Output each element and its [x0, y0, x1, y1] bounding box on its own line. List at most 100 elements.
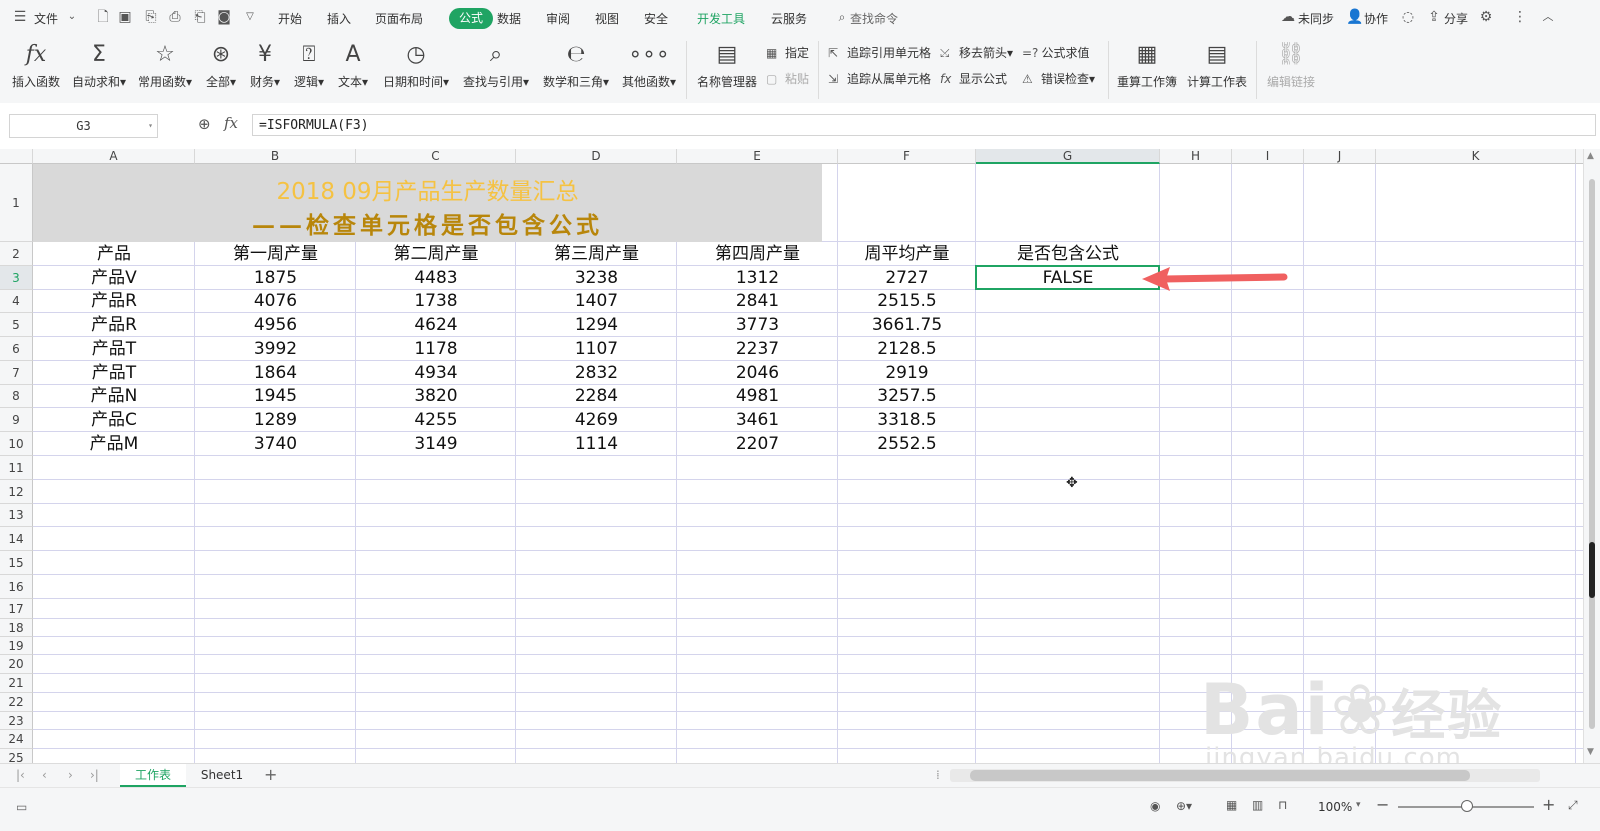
data-cell[interactable]: 3149	[356, 432, 516, 456]
data-cell[interactable]: 4269	[516, 408, 677, 432]
edit-links-button[interactable]: ⛓ 编辑链接	[1264, 41, 1318, 90]
data-cell[interactable]: 3238	[516, 266, 677, 290]
data-cell[interactable]: 3318.5	[838, 408, 976, 432]
share-icon[interactable]: ⇪	[1426, 9, 1442, 25]
data-cell[interactable]: 4934	[356, 361, 516, 385]
row-header-13[interactable]: 13	[0, 504, 33, 527]
column-header-a[interactable]: A	[33, 149, 195, 164]
data-cell[interactable]: 产品R	[33, 290, 195, 313]
text-functions-button[interactable]: A 文本▾	[334, 41, 372, 90]
column-header-g[interactable]: G	[976, 149, 1160, 164]
print-preview-icon[interactable]: ⎙	[167, 9, 183, 25]
data-cell[interactable]: 3661.75	[838, 313, 976, 337]
row-header-8[interactable]: 8	[0, 385, 33, 408]
scroll-down-icon[interactable]: ▼	[1587, 747, 1594, 757]
math-functions-button[interactable]: ℮ 数学和三角▾	[540, 41, 612, 90]
column-header-i[interactable]: I	[1232, 149, 1304, 164]
header-cell[interactable]: 周平均产量	[838, 242, 976, 266]
data-cell[interactable]: 4956	[195, 313, 356, 337]
zoom-slider-handle[interactable]	[1461, 800, 1473, 812]
data-cell[interactable]: 1294	[516, 313, 677, 337]
row-header-4[interactable]: 4	[0, 290, 33, 313]
row-header-24[interactable]: 24	[0, 730, 33, 749]
data-cell[interactable]: 4981	[677, 385, 838, 408]
sync-status[interactable]: 未同步	[1298, 10, 1334, 27]
chevron-down-icon[interactable]: ⌄	[64, 9, 80, 25]
zoom-level[interactable]: 100%	[1318, 800, 1352, 814]
data-cell[interactable]: 4624	[356, 313, 516, 337]
tab-formula[interactable]: 公式	[449, 8, 493, 29]
page-layout-view-icon[interactable]: ▥	[1252, 798, 1263, 812]
other-functions-button[interactable]: ∘∘∘ 其他函数▾	[620, 41, 678, 90]
cloud-sync-icon[interactable]: ☁	[1280, 9, 1296, 25]
header-cell[interactable]: 是否包含公式	[976, 242, 1160, 266]
horizontal-scrollbar[interactable]	[950, 769, 1540, 782]
data-cell[interactable]: 4076	[195, 290, 356, 313]
calculate-sheet-button[interactable]: ▤ 计算工作表	[1186, 41, 1248, 90]
horizontal-scroll-thumb[interactable]	[970, 770, 1470, 781]
sheet-tab-active[interactable]: 工作表	[120, 764, 186, 787]
data-cell[interactable]: 3740	[195, 432, 356, 456]
page-break-view-icon[interactable]: ⊓	[1278, 798, 1287, 812]
fx-icon[interactable]: fx	[224, 114, 238, 132]
autosum-button[interactable]: Σ 自动求和▾	[70, 41, 128, 90]
row-header-6[interactable]: 6	[0, 337, 33, 361]
row-header-5[interactable]: 5	[0, 313, 33, 337]
header-cell[interactable]: 第一周产量	[195, 242, 356, 266]
column-header-f[interactable]: F	[838, 149, 976, 164]
split-handle-icon[interactable]: ⁞	[936, 768, 940, 782]
screenshot-icon[interactable]: ◙	[216, 9, 232, 25]
title-merged-cell[interactable]: 2018 09月产品生产数量汇总 ——检查单元格是否包含公式	[33, 164, 822, 242]
tab-view[interactable]: 视图	[595, 10, 619, 27]
row-header-19[interactable]: 19	[0, 637, 33, 655]
header-cell[interactable]: 产品	[33, 242, 195, 266]
macro-record-icon[interactable]: ▭	[16, 800, 27, 814]
file-menu[interactable]: 文件	[34, 10, 58, 27]
input-mode-icon[interactable]: ⊕▾	[1176, 799, 1192, 813]
data-cell[interactable]: 2284	[516, 385, 677, 408]
sheet-tab[interactable]: Sheet1	[192, 764, 252, 787]
prev-sheet-icon[interactable]: ‹	[42, 768, 47, 782]
data-cell[interactable]: 2552.5	[838, 432, 976, 456]
tab-review[interactable]: 审阅	[546, 10, 570, 27]
tab-home[interactable]: 开始	[278, 10, 302, 27]
next-sheet-icon[interactable]: ›	[68, 768, 73, 782]
data-cell[interactable]: 3820	[356, 385, 516, 408]
hamburger-menu-icon[interactable]: ☰	[12, 9, 28, 25]
name-manager-button[interactable]: ▤ 名称管理器	[694, 41, 760, 90]
data-cell[interactable]: 产品M	[33, 432, 195, 456]
row-header-10[interactable]: 10	[0, 432, 33, 456]
row-header-21[interactable]: 21	[0, 674, 33, 693]
row-header-12[interactable]: 12	[0, 480, 33, 504]
search-icon[interactable]: ⌕	[834, 9, 850, 25]
data-cell[interactable]: 2128.5	[838, 337, 976, 361]
assign-button[interactable]: ▦ 指定	[766, 44, 809, 61]
data-cell[interactable]: 产品N	[33, 385, 195, 408]
tab-data[interactable]: 数据	[497, 10, 521, 27]
data-cell[interactable]: 2727	[838, 266, 976, 290]
row-header-15[interactable]: 15	[0, 551, 33, 575]
vertical-scrollbar[interactable]: ▲ ▼	[1583, 149, 1600, 763]
row-header-23[interactable]: 23	[0, 712, 33, 730]
data-cell[interactable]: 产品V	[33, 266, 195, 290]
fullscreen-icon[interactable]: ⤢	[1568, 798, 1578, 813]
print-icon[interactable]: ⎗	[192, 9, 208, 25]
user-icon[interactable]: 👤	[1346, 9, 1363, 25]
gear-icon[interactable]: ⚙	[1478, 9, 1494, 25]
data-cell[interactable]: 2919	[838, 361, 976, 385]
data-cell[interactable]: 2515.5	[838, 290, 976, 313]
collab-button[interactable]: 协作	[1364, 10, 1388, 27]
row-header-22[interactable]: 22	[0, 693, 33, 712]
row-header-20[interactable]: 20	[0, 655, 33, 674]
remove-arrows-button[interactable]: ⤩ 移去箭头▾	[940, 44, 1013, 61]
column-header-c[interactable]: C	[356, 149, 516, 164]
quick-access-dropdown-icon[interactable]: ▽	[242, 9, 258, 25]
row-header-18[interactable]: 18	[0, 619, 33, 637]
scroll-up-icon[interactable]: ▲	[1587, 151, 1594, 161]
data-cell[interactable]: 产品C	[33, 408, 195, 432]
zoom-dropdown-icon[interactable]: ▾	[1356, 800, 1361, 810]
lookup-functions-button[interactable]: ⌕ 查找与引用▾	[460, 41, 532, 90]
share-button[interactable]: 分享	[1444, 10, 1468, 27]
formula-input[interactable]: =ISFORMULA(F3)	[252, 114, 1596, 136]
data-cell[interactable]: 产品T	[33, 337, 195, 361]
